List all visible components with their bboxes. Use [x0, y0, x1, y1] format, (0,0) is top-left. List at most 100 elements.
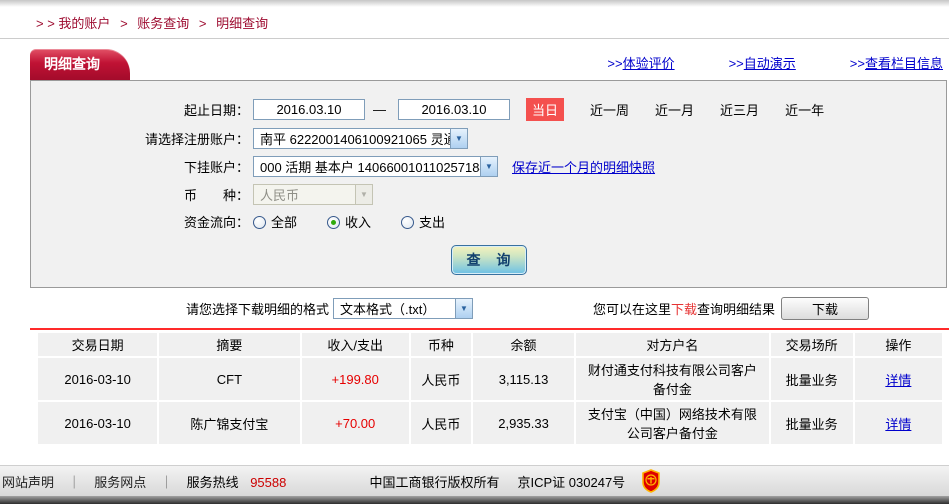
query-form-panel: 起止日期： — 当日 近一周 近一月 近三月 近一年 请选择注册账户： 南平 6… [30, 80, 947, 288]
chevron-down-icon: ▼ [455, 299, 473, 318]
footer-hotline-label: 服务热线 [186, 474, 239, 490]
col-header-summary: 摘要 [159, 333, 300, 356]
register-account-row: 请选择注册账户： 南平 6222001406100921065 灵通卡 ▼ [31, 128, 946, 149]
cell-date: 2016-03-10 [38, 402, 158, 444]
col-header-venue: 交易场所 [770, 333, 853, 356]
currency-label: 币 种： [183, 188, 249, 203]
range-year-button[interactable]: 近一年 [785, 100, 824, 119]
date-range-label: 起止日期： [183, 103, 249, 118]
range-week-button[interactable]: 近一周 [590, 100, 629, 119]
table-header-row: 交易日期 摘要 收入/支出 币种 余额 对方户名 交易场所 操作 [38, 333, 942, 356]
tab-row: 明细查询 >>体验评价 >>自动演示 >>查看栏目信息 [30, 49, 947, 80]
download-hint-suffix: 查询明细结果 [696, 302, 775, 317]
sub-account-select[interactable]: 000 活期 基本户 1406600101102571848 ▼ [253, 156, 498, 177]
col-header-amount: 收入/支出 [301, 333, 409, 356]
range-month-button[interactable]: 近一月 [655, 100, 694, 119]
range-today-button[interactable]: 当日 [526, 98, 565, 121]
chevron-down-icon: ▼ [355, 185, 372, 204]
red-divider [30, 328, 949, 330]
date-from-input[interactable] [253, 99, 365, 120]
link-prefix: >> [849, 56, 865, 71]
download-hint-prefix: 您可以在这里 [592, 302, 671, 317]
breadcrumb-separator: > [120, 16, 128, 31]
cell-counterparty: 财付通支付科技有限公司客户备付金 [576, 358, 769, 400]
cell-venue: 批量业务 [770, 402, 853, 444]
footer-copyright-group: 中国工商银行版权所有 京ICP证 030247号 [369, 469, 661, 493]
query-button[interactable]: 查 询 [450, 245, 527, 275]
range-quarter-button[interactable]: 近三月 [720, 100, 759, 119]
detail-link[interactable]: 详情 [885, 373, 911, 388]
currency-row: 币 种： 人民币 ▼ [31, 184, 946, 205]
footer-link-branches[interactable]: 服务网点 [94, 475, 146, 490]
cell-currency: 人民币 [410, 358, 471, 400]
footer: 网站声明 ｜ 服务网点 ｜ 服务热线 95588 中国工商银行版权所有 京ICP… [0, 465, 949, 504]
header-links: >>体验评价 >>自动演示 >>查看栏目信息 [607, 53, 947, 80]
breadcrumb-separator: > [198, 16, 207, 31]
footer-link-statement[interactable]: 网站声明 [2, 475, 54, 490]
download-button[interactable]: 下载 [781, 297, 869, 320]
table-row: 2016-03-10 CFT +199.80 人民币 3,115.13 财付通支… [38, 358, 942, 400]
chevron-down-icon: ▼ [480, 157, 497, 176]
link-label: 体验评价 [622, 56, 675, 71]
col-header-currency: 币种 [410, 333, 471, 356]
cell-counterparty: 支付宝（中国）网络技术有限公司客户备付金 [576, 402, 769, 444]
breadcrumb: > > 我的账户 > 账务查询 > 明细查询 [0, 7, 949, 39]
download-format-label: 请您选择下载明细的格式 [186, 302, 330, 317]
currency-value: 人民币 [260, 188, 300, 203]
link-experience-review[interactable]: >>体验评价 [607, 53, 674, 72]
link-label: 查看栏目信息 [864, 56, 943, 71]
cell-currency: 人民币 [410, 402, 471, 444]
radio-flow-income[interactable]: 收入 [327, 212, 371, 231]
date-to-input[interactable] [398, 99, 510, 120]
download-row: 请您选择下载明细的格式 文本格式（.txt） ▼ 您可以在这里 下载 查询明细结果 … [30, 297, 949, 320]
breadcrumb-item-my-account[interactable]: 我的账户 [58, 16, 110, 31]
footer-links: 网站声明 ｜ 服务网点 ｜ 服务热线 95588 [2, 472, 286, 491]
results-table: 交易日期 摘要 收入/支出 币种 余额 对方户名 交易场所 操作 2016-03… [36, 331, 944, 446]
tab-detail-query[interactable]: 明细查询 [30, 49, 130, 80]
table-row: 2016-03-10 陈广锦支付宝 +70.00 人民币 2,935.33 支付… [38, 402, 942, 444]
footer-separator: ｜ [159, 474, 173, 490]
radio-icon[interactable] [253, 216, 266, 229]
footer-bar: 网站声明 ｜ 服务网点 ｜ 服务热线 95588 中国工商银行版权所有 京ICP… [0, 465, 949, 496]
download-format-group: 请您选择下载明细的格式 文本格式（.txt） ▼ [186, 298, 474, 319]
download-format-select[interactable]: 文本格式（.txt） ▼ [333, 298, 474, 319]
download-format-value: 文本格式（.txt） [340, 302, 436, 317]
breadcrumb-prefix: > > [36, 16, 55, 31]
cell-action: 详情 [854, 402, 942, 444]
cell-date: 2016-03-10 [38, 358, 158, 400]
footer-copyright: 中国工商银行版权所有 [369, 474, 500, 490]
link-view-column-info[interactable]: >>查看栏目信息 [850, 53, 943, 72]
chevron-down-icon: ▼ [450, 129, 467, 148]
top-shade [0, 0, 949, 7]
col-header-balance: 余额 [472, 333, 575, 356]
cell-balance: 2,935.33 [472, 402, 575, 444]
breadcrumb-item-account-query[interactable]: 账务查询 [137, 16, 189, 31]
sub-account-row: 下挂账户： 000 活期 基本户 1406600101102571848 ▼ 保… [31, 156, 946, 177]
footer-icp: 京ICP证 030247号 [517, 474, 626, 490]
radio-flow-all[interactable]: 全部 [253, 212, 297, 231]
cell-venue: 批量业务 [770, 358, 853, 400]
download-hint-link[interactable]: 下载 [671, 299, 697, 318]
sub-account-value: 000 活期 基本户 1406600101102571848 [260, 160, 480, 175]
radio-checked-icon[interactable] [327, 216, 341, 229]
cell-summary: CFT [159, 358, 300, 400]
radio-flow-expense[interactable]: 支出 [401, 212, 445, 231]
save-snapshot-link[interactable]: 保存近一个月的明细快照 [512, 157, 655, 176]
register-account-select[interactable]: 南平 6222001406100921065 灵通卡 ▼ [253, 128, 468, 149]
radio-flow-expense-label: 支出 [419, 215, 446, 230]
detail-link[interactable]: 详情 [885, 417, 911, 432]
flow-row: 资金流向： 全部 收入 支出 [31, 212, 946, 231]
date-range-row: 起止日期： — 当日 近一周 近一月 近三月 近一年 [31, 98, 946, 121]
cell-amount: +70.00 [301, 402, 409, 444]
col-header-counterparty: 对方户名 [576, 333, 769, 356]
link-auto-demo[interactable]: >>自动演示 [729, 53, 796, 72]
security-badge-icon [641, 469, 661, 493]
footer-hotline-number: 95588 [250, 474, 287, 490]
radio-icon[interactable] [401, 216, 415, 229]
radio-flow-income-label: 收入 [345, 215, 372, 230]
breadcrumb-item-detail-query[interactable]: 明细查询 [216, 16, 268, 31]
footer-separator: ｜ [67, 474, 81, 490]
radio-flow-all-label: 全部 [271, 215, 298, 230]
register-account-label: 请选择注册账户： [144, 132, 249, 147]
register-account-value: 南平 6222001406100921065 灵通卡 [260, 132, 450, 147]
